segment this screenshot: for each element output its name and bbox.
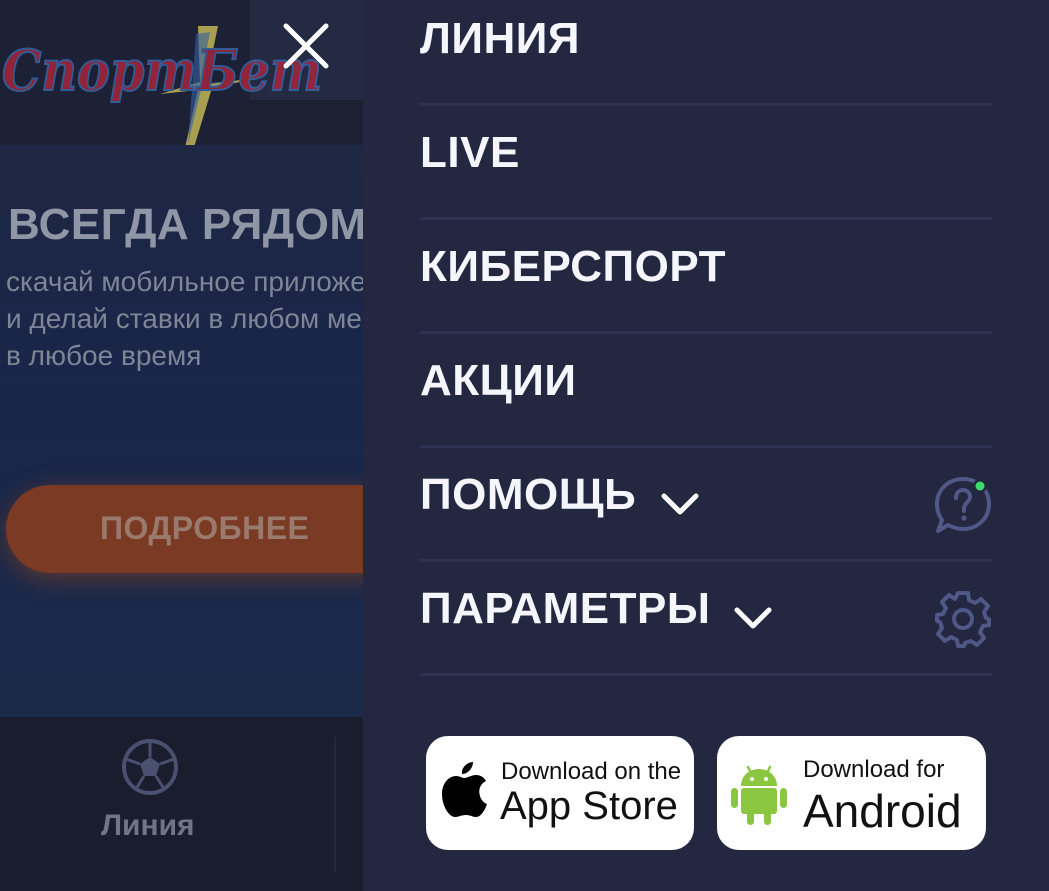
menu-item-settings[interactable]: ПАРАМЕТРЫ [420,562,992,676]
menu-item-help[interactable]: ПОМОЩЬ [420,448,992,562]
menu-item-live[interactable]: LIVE [420,106,992,220]
menu-item-label: ПАРАМЕТРЫ [420,584,711,633]
help-chat-icon[interactable] [933,475,993,535]
menu-item-promotions[interactable]: АКЦИИ [420,334,992,448]
bottom-nav-line-label[interactable]: Линия [101,809,195,843]
bottom-nav: Линия [0,717,363,891]
gear-icon[interactable] [933,589,993,649]
android-button[interactable]: Download for Android [717,736,986,850]
promo-text-line: в любое время [6,340,202,371]
background-page: СпортБет ВСЕГДА РЯДОМ скачай мобильное п… [0,0,363,891]
menu-item-esports[interactable]: КИБЕРСПОРТ [420,220,992,334]
close-icon[interactable] [278,18,334,74]
soccer-ball-icon[interactable] [120,737,180,797]
side-menu: ЛИНИЯ LIVE КИБЕРСПОРТ АКЦИИ ПОМОЩЬ ПАРАМ… [363,0,1049,891]
bottom-nav-divider [334,737,336,872]
menu-item-label: ПОМОЩЬ [420,470,637,519]
menu-item-line[interactable]: ЛИНИЯ [420,0,992,106]
appstore-small-label: Download on the [501,758,682,785]
menu-item-label: АКЦИИ [420,356,577,405]
android-small-label: Download for [803,756,945,783]
svg-text:СпортБет: СпортБет [2,38,322,104]
menu-item-label: ЛИНИЯ [420,14,581,63]
android-big-label: Android [803,785,962,837]
menu-item-label: КИБЕРСПОРТ [420,242,726,291]
menu-divider [420,673,992,676]
promo-text-line: скачай мобильное приложение [6,266,363,297]
more-button-label: ПОДРОБНЕЕ [100,510,310,546]
more-button[interactable]: ПОДРОБНЕЕ [6,485,363,573]
android-icon [731,765,787,825]
promo-title: ВСЕГДА РЯДОМ [8,200,363,249]
promo-text-line: и делай ставки в любом месте [6,303,363,334]
menu-item-label: LIVE [420,128,520,177]
chevron-down-icon [734,607,772,629]
apple-icon [442,762,487,817]
appstore-button[interactable]: Download on the App Store [426,736,694,850]
chevron-down-icon [661,493,699,515]
appstore-big-label: App Store [500,784,678,828]
